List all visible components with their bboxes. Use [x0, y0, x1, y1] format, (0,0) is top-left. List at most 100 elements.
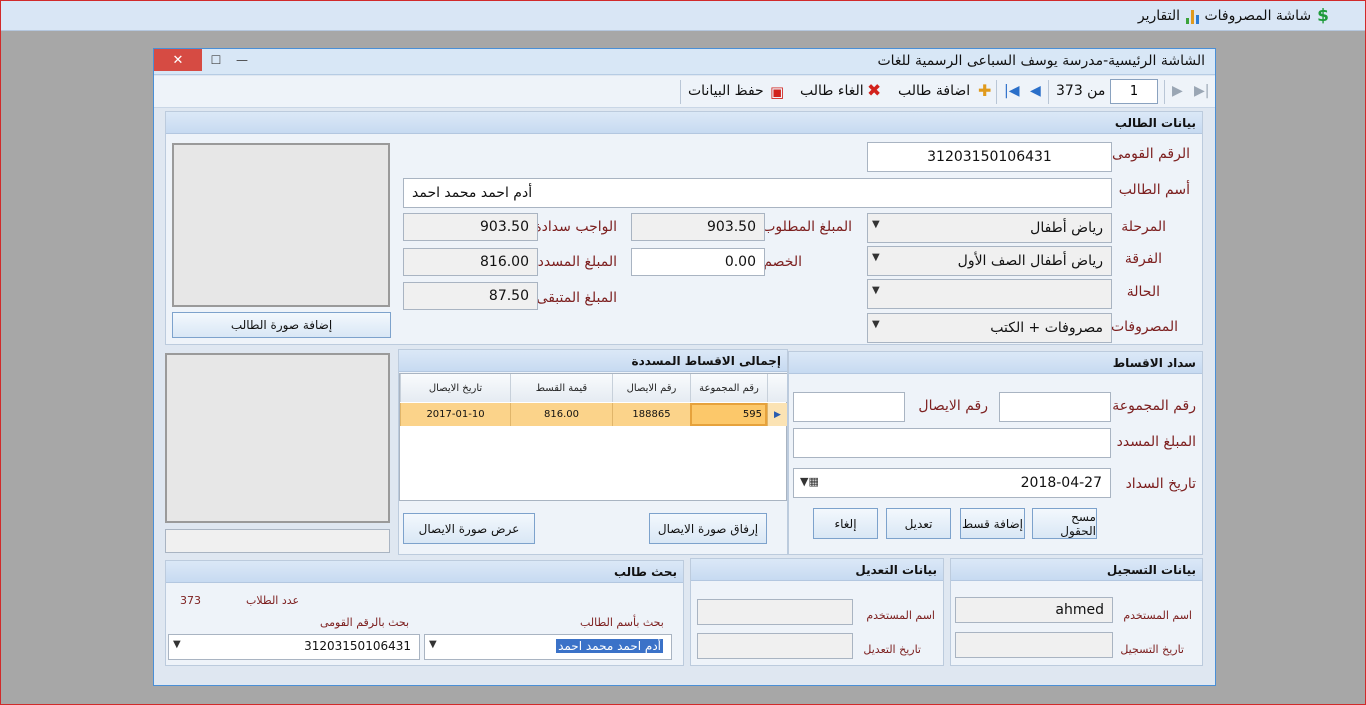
maximize-icon: ☐ [210, 53, 222, 67]
search-student-panel: بحث طالب عدد الطلاب 373 بحث بأسم الطالب … [165, 560, 684, 666]
page-number-input[interactable] [1110, 79, 1158, 104]
add-icon[interactable]: ✚ [978, 81, 991, 100]
search-by-id-combo[interactable]: 31203150106431 ▼ [168, 634, 420, 660]
modification-date-label: تاريخ التعديل [863, 643, 921, 656]
cancel-student-button[interactable]: الغاء طالب [800, 83, 864, 99]
add-installment-button[interactable]: إضافة قسط [960, 508, 1025, 539]
student-name-label: أسم الطالب [1118, 182, 1190, 198]
main-window: ✕ ☐ — الشاشة الرئيسية-مدرسة يوسف السباعى… [153, 48, 1216, 686]
paid-installments-panel: إجمالى الاقساط المسددة رقم المجموعة رقم … [398, 349, 788, 555]
grid-col-group[interactable]: رقم المجموعة [690, 374, 767, 402]
required-amount-label: المبلغ المطلوب [762, 219, 852, 235]
last-record-icon[interactable]: ▶| [1194, 83, 1209, 99]
receipt-no-label: رقم الايصال [918, 398, 988, 414]
modification-data-header: بيانات التعديل [691, 559, 943, 581]
registration-user-label: اسم المستخدم [1123, 609, 1192, 622]
save-icon[interactable]: ▣ [770, 83, 784, 101]
next-record-icon[interactable]: ▶ [1172, 83, 1183, 99]
student-name-field[interactable]: أدم احمد محمد احمد [403, 178, 1112, 208]
installments-grid: رقم المجموعة رقم الايصال قيمة القسط تاري… [399, 373, 787, 501]
grid-col-date[interactable]: تاريخ الايصال [400, 374, 510, 402]
record-count: من 373 [1056, 83, 1106, 99]
due-amount-field[interactable]: 903.50 [403, 213, 538, 241]
installment-amount-field[interactable] [793, 428, 1111, 458]
toolbar: ▶| ▶ من 373 ◀ |◀ ✚ اضافة طالب ✖ الغاء طا… [154, 76, 1215, 108]
search-by-name-label: بحث بأسم الطالب [580, 616, 664, 629]
national-id-label: الرقم القومى [1112, 146, 1190, 162]
class-label: الفرقة [1124, 251, 1162, 267]
menu-reports[interactable]: التقارير [1138, 5, 1199, 27]
chevron-down-icon: ▼ [429, 639, 437, 650]
modification-user-field[interactable] [697, 599, 853, 625]
menu-bar: $ شاشة المصروفات التقارير [1, 1, 1365, 31]
add-student-button[interactable]: اضافة طالب [898, 83, 970, 99]
receipt-path-field[interactable] [165, 529, 390, 553]
title-bar: ✕ ☐ — الشاشة الرئيسية-مدرسة يوسف السباعى… [154, 49, 1215, 75]
window-title: الشاشة الرئيسية-مدرسة يوسف السباعى الرسم… [877, 53, 1205, 69]
minimize-button[interactable]: — [230, 49, 254, 71]
view-receipt-button[interactable]: عرض صورة الايصال [403, 513, 535, 544]
search-by-id-label: بحث بالرقم القومى [320, 616, 410, 629]
group-no-field[interactable] [999, 392, 1111, 422]
installments-payment-header: سداد الاقساط [789, 352, 1202, 374]
national-id-field[interactable]: 31203150106431 [867, 142, 1112, 172]
registration-data-panel: بيانات التسجيل اسم المستخدم ahmed تاريخ … [950, 558, 1203, 666]
dollar-icon: $ [1317, 6, 1329, 26]
first-record-icon[interactable]: |◀ [1004, 83, 1019, 99]
cancel-installment-button[interactable]: إلغاء [813, 508, 878, 539]
chevron-down-icon: ▼ [872, 285, 880, 296]
clear-fields-button[interactable]: مسح الحقول [1032, 508, 1097, 539]
registration-user-field[interactable]: ahmed [955, 597, 1113, 623]
paid-amount-field[interactable]: 816.00 [403, 248, 538, 276]
students-count-value: 373 [180, 594, 201, 607]
current-row-arrow-icon: ▶ [767, 403, 787, 426]
required-amount-field[interactable]: 903.50 [631, 213, 765, 241]
save-data-button[interactable]: حفظ البيانات [688, 83, 764, 99]
menu-expenses-screen[interactable]: $ شاشة المصروفات [1204, 5, 1329, 27]
due-amount-label: الواجب سدادة [534, 219, 617, 235]
stage-value: رياض أطفال [1030, 220, 1103, 236]
close-icon: ✕ [172, 52, 184, 68]
class-value: رياض أطفال الصف الأول [957, 253, 1103, 269]
cell-value[interactable]: 816.00 [510, 403, 612, 426]
registration-date-field[interactable] [955, 632, 1113, 658]
chevron-down-icon: ▼ [872, 252, 880, 263]
maximize-button[interactable]: ☐ [204, 49, 228, 71]
chevron-down-icon: ▼ [872, 219, 880, 230]
payment-date-field[interactable]: ▼▦ 2018-04-27 [793, 468, 1111, 498]
grid-col-value[interactable]: قيمة القسط [510, 374, 612, 402]
class-combo[interactable]: رياض أطفال الصف الأول ▼ [867, 246, 1112, 276]
discount-field[interactable]: 0.00 [631, 248, 765, 276]
cell-receipt[interactable]: 188865 [612, 403, 690, 426]
payment-date-label: تاريخ السداد [1125, 476, 1196, 492]
close-button[interactable]: ✕ [154, 49, 202, 71]
add-student-photo-button[interactable]: إضافة صورة الطالب [172, 312, 391, 338]
search-id-value: 31203150106431 [304, 639, 411, 653]
student-data-panel: بيانات الطالب إضافة صورة الطالب الرقم ال… [165, 111, 1203, 345]
paid-amount-label: المبلغ المسدد [537, 254, 617, 270]
cancel-icon[interactable]: ✖ [867, 81, 881, 101]
grid-col-receipt[interactable]: رقم الايصال [612, 374, 690, 402]
payment-date-value: 2018-04-27 [1020, 475, 1102, 491]
modification-user-label: اسم المستخدم [866, 609, 935, 622]
stage-label: المرحلة [1121, 219, 1166, 235]
registration-date-label: تاريخ التسجيل [1120, 643, 1184, 656]
edit-installment-button[interactable]: تعديل [886, 508, 951, 539]
search-student-header: بحث طالب [166, 561, 683, 583]
receipt-no-field[interactable] [793, 392, 905, 422]
cell-group[interactable]: 595 [690, 403, 767, 426]
cell-date[interactable]: 2017-01-10 [400, 403, 510, 426]
calendar-dropdown-icon[interactable]: ▼▦ [800, 475, 819, 488]
student-data-header: بيانات الطالب [166, 112, 1202, 134]
status-combo[interactable]: ▼ [867, 279, 1112, 309]
search-name-value: أدم احمد محمد احمد [556, 639, 663, 653]
stage-combo[interactable]: رياض أطفال ▼ [867, 213, 1112, 243]
attach-receipt-button[interactable]: إرفاق صورة الايصال [649, 513, 767, 544]
previous-record-icon[interactable]: ◀ [1030, 83, 1041, 99]
expenses-combo[interactable]: مصروفات + الكتب ▼ [867, 313, 1112, 343]
chevron-down-icon: ▼ [872, 319, 880, 330]
chevron-down-icon: ▼ [173, 639, 181, 650]
search-by-name-combo[interactable]: أدم احمد محمد احمد ▼ [424, 634, 672, 660]
modification-date-field[interactable] [697, 633, 853, 659]
remaining-amount-field[interactable]: 87.50 [403, 282, 538, 310]
